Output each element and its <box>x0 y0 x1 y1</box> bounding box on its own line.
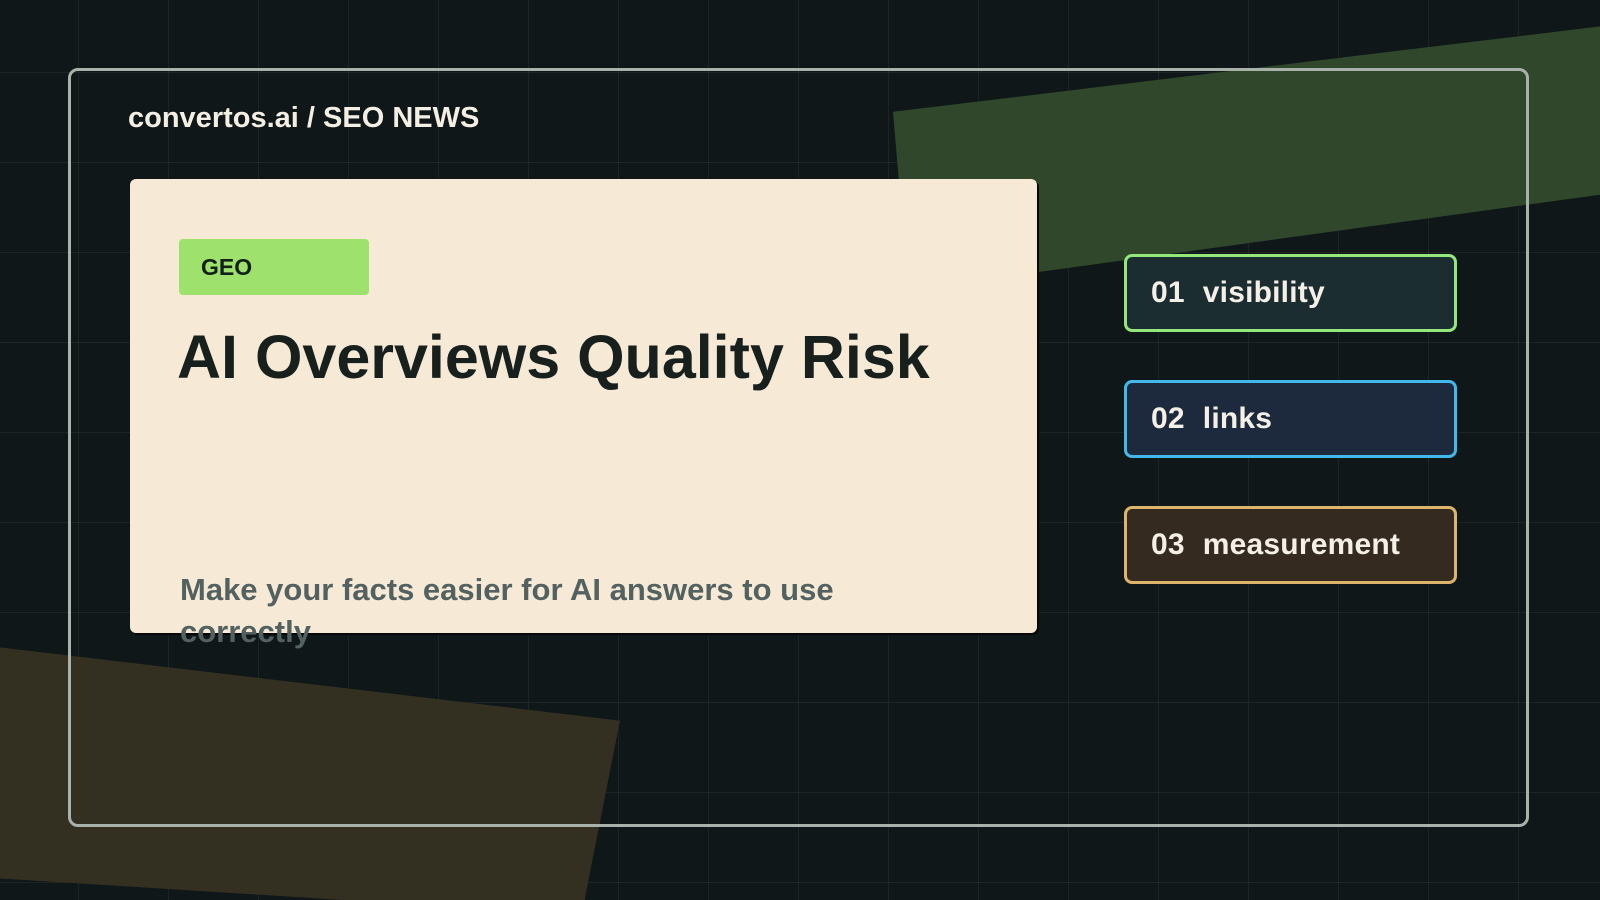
article-subtitle: Make your facts easier for AI answers to… <box>180 572 834 649</box>
highlight-number: 02 <box>1151 402 1185 435</box>
highlight-number: 03 <box>1151 528 1185 561</box>
site-breadcrumb: convertos.ai / SEO NEWS <box>128 102 480 134</box>
highlight-label: links <box>1202 402 1273 435</box>
highlight-label: visibility <box>1202 276 1325 309</box>
article-title: AI Overviews Quality Risk <box>177 323 930 391</box>
highlight-visibility: 01 visibility <box>1124 254 1457 332</box>
headline-card: GEO AI Overviews Quality Risk Make your … <box>130 179 1037 649</box>
highlight-label: measurement <box>1202 528 1401 561</box>
highlight-links: 02 links <box>1124 380 1457 458</box>
highlight-measurement: 03 measurement <box>1124 506 1457 584</box>
topic-tag: GEO <box>179 239 369 295</box>
presentation-slide: convertos.ai / SEO NEWS GEO AI Overviews… <box>0 0 1600 900</box>
highlight-number: 01 <box>1151 276 1185 309</box>
